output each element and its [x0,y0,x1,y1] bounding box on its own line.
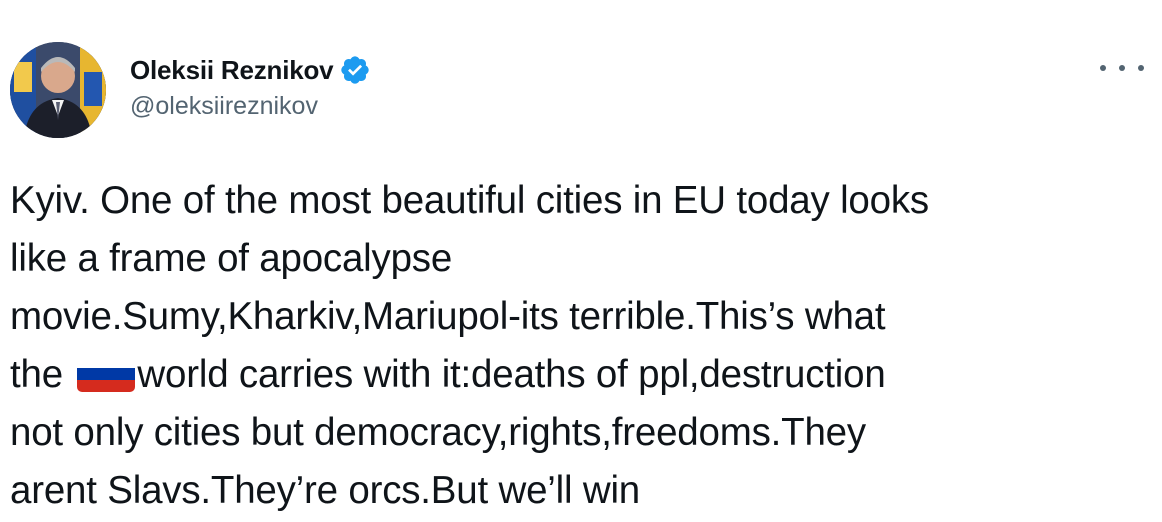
tweet-line: Kyiv. One of the most beautiful cities i… [10,179,929,222]
more-options-icon[interactable] [1100,54,1144,82]
dot-icon [1138,65,1144,71]
avatar-image [10,42,106,138]
tweet-line: movie.Sumy,Kharkiv,Mariupol-its terrible… [10,295,886,338]
russian-flag-icon [77,356,136,392]
dot-icon [1119,65,1125,71]
tweet-text: Kyiv. One of the most beautiful cities i… [10,172,1150,520]
tweet-line: like a frame of apocalypse [10,237,453,280]
tweet-line-with-flag: the world carries with it:deaths of ppl,… [10,346,1150,404]
name-row: Oleksii Reznikov [130,52,371,88]
verified-badge-icon [339,54,371,86]
avatar[interactable] [10,42,106,138]
tweet-line-suffix: world carries with it:deaths of ppl,dest… [137,353,886,396]
tweet: Oleksii Reznikov @oleksiireznikov Kyiv. … [0,0,1162,522]
tweet-line: arent Slavs.They’re orcs.But we’ll win [10,469,641,512]
tweet-author: Oleksii Reznikov @oleksiireznikov [130,52,371,121]
dot-icon [1100,65,1106,71]
tweet-line-prefix: the [10,353,74,396]
tweet-line: not only cities but democracy,rights,fre… [10,411,866,454]
author-handle[interactable]: @oleksiireznikov [130,92,371,121]
author-display-name[interactable]: Oleksii Reznikov [130,55,334,86]
